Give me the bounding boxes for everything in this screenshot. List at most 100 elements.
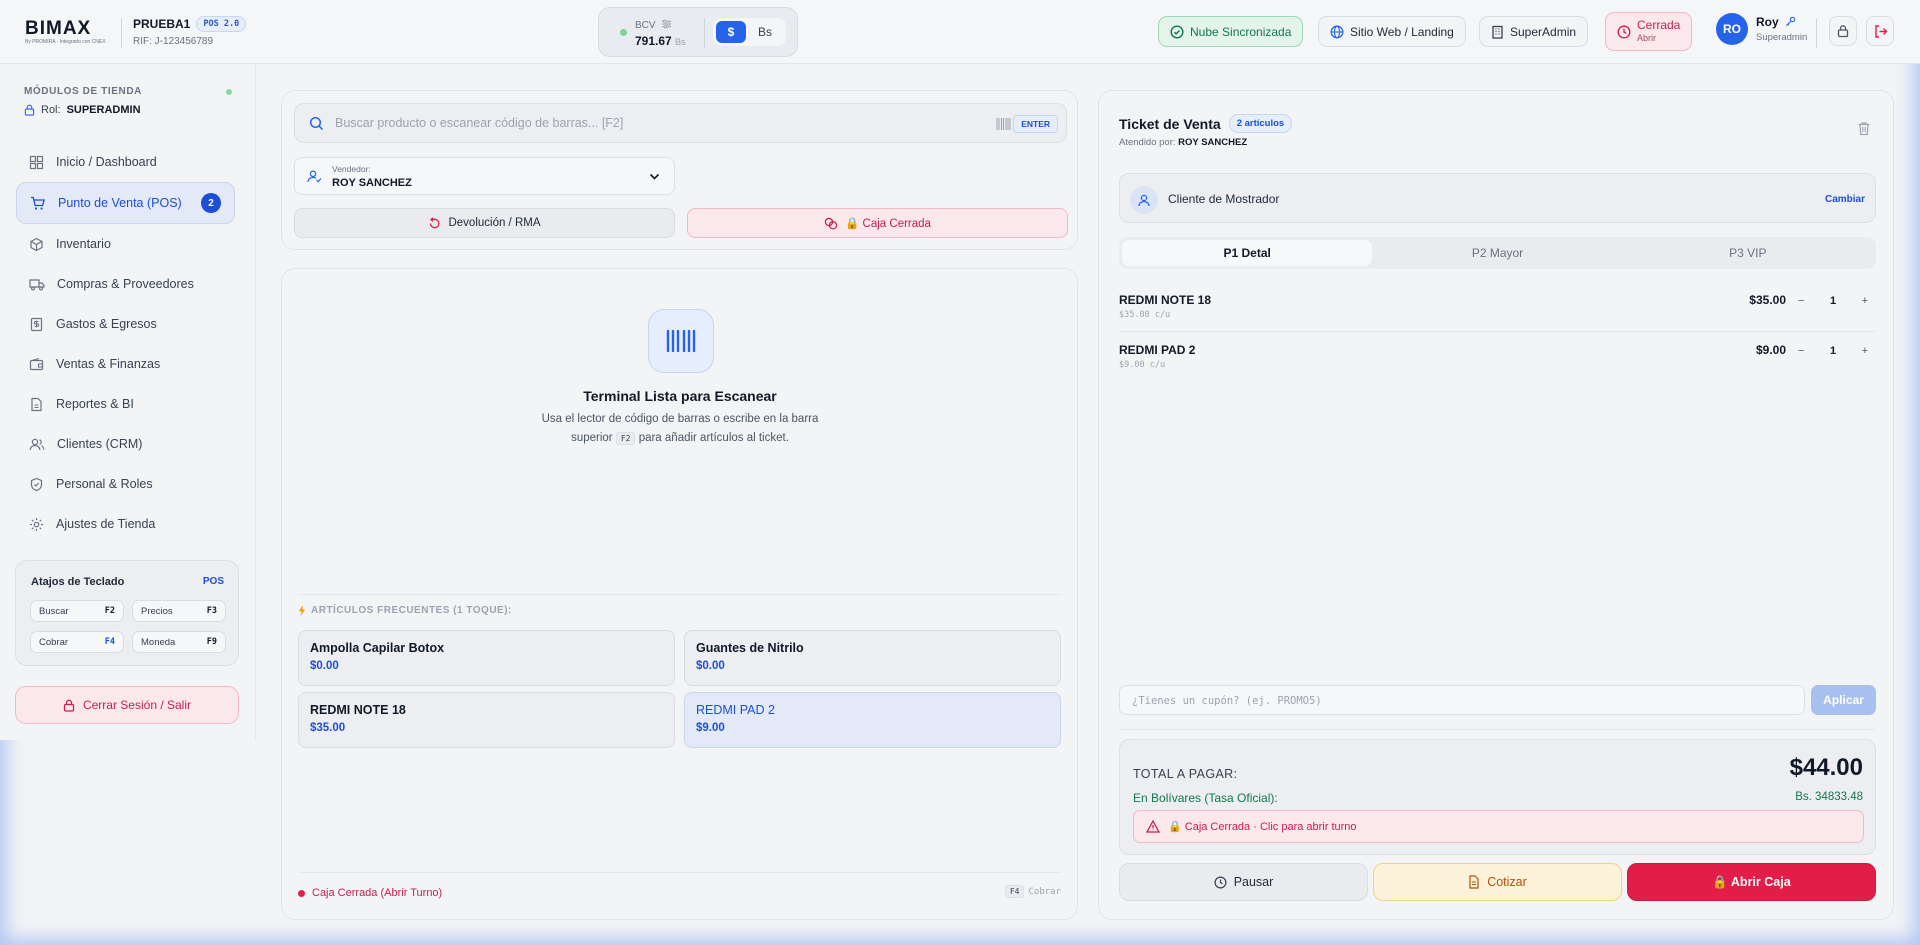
- quick-product-card[interactable]: REDMI NOTE 18 $35.00: [298, 692, 675, 748]
- barcode-icon[interactable]: [996, 118, 1011, 130]
- bolivares-value: Bs. 34833.48: [1795, 791, 1863, 803]
- coupon-placeholder: ¿Tienes un cupón? (ej. PROMO5): [1132, 695, 1322, 707]
- sidebar-item-expenses[interactable]: Gastos & Egresos: [16, 304, 235, 344]
- shortcuts-tag: POS: [202, 576, 224, 587]
- box-icon: [30, 237, 43, 251]
- vendor-select[interactable]: Vendedor: ROY SANCHEZ: [294, 157, 675, 195]
- store-info: PRUEBA1 POS 2.0 RIF: J-123456789: [133, 16, 247, 47]
- brand-logo[interactable]: BIMAX By PROMIRA · Integrado con CNEX: [25, 19, 107, 46]
- customer-selector[interactable]: Cliente de Mostrador Cambiar: [1119, 173, 1876, 223]
- sidebar-item-reports[interactable]: Reportes & BI: [16, 384, 235, 424]
- website-label: Sitio Web / Landing: [1350, 24, 1454, 39]
- search-panel: Buscar producto o escanear código de bar…: [281, 90, 1078, 250]
- user-role: Superadmin: [1756, 32, 1808, 43]
- rate-label[interactable]: BCV: [635, 19, 672, 31]
- quick-product-card-selected[interactable]: REDMI PAD 2 $9.00: [684, 692, 1061, 748]
- dashboard-icon: [29, 155, 44, 169]
- sidebar-item-pos[interactable]: Punto de Venta (POS) 2: [16, 182, 235, 224]
- quantity-stepper: − 1 +: [1792, 288, 1874, 314]
- return-rma-button[interactable]: Devolución / RMA: [294, 208, 675, 238]
- increment-button[interactable]: +: [1862, 295, 1868, 307]
- sidebar-item-sales[interactable]: Ventas & Finanzas: [16, 344, 235, 384]
- superadmin-label: SuperAdmin: [1510, 24, 1577, 39]
- ticket-title: Ticket de Venta 2 artículos: [1119, 114, 1293, 133]
- quantity-value[interactable]: 1: [1830, 345, 1836, 357]
- sidebar-item-settings[interactable]: Ajustes de Tienda: [16, 504, 235, 544]
- return-label: Devolución / RMA: [448, 217, 541, 229]
- cloud-sync-button[interactable]: Nube Sincronizada: [1158, 16, 1304, 47]
- top-bar: BIMAX By PROMIRA · Integrado con CNEX PR…: [0, 0, 1920, 64]
- document-icon: [1469, 875, 1479, 889]
- product-price: $9.00: [696, 722, 725, 734]
- line-item-name: REDMI NOTE 18: [1119, 293, 1212, 307]
- sidebar-item-label: Reportes & BI: [56, 397, 134, 411]
- warning-icon: [1146, 820, 1160, 833]
- tab-p3-vip[interactable]: P3 VIP: [1623, 240, 1873, 266]
- currency-bs-button[interactable]: Bs: [750, 21, 780, 43]
- store-rif: RIF: J-123456789: [133, 36, 214, 47]
- decrement-button[interactable]: −: [1798, 345, 1804, 357]
- change-customer-link[interactable]: Cambiar: [1825, 194, 1865, 205]
- user-menu[interactable]: RO Roy Superadmin: [1716, 13, 1807, 45]
- quantity-value[interactable]: 1: [1830, 295, 1836, 307]
- increment-button[interactable]: +: [1862, 345, 1868, 357]
- sidebar-item-label: Clientes (CRM): [57, 437, 143, 451]
- charge-hint-label: Cobrar: [1028, 886, 1061, 897]
- quick-product-card[interactable]: Guantes de Nitrilo $0.00: [684, 630, 1061, 686]
- apply-coupon-button[interactable]: Aplicar: [1811, 685, 1876, 715]
- currency-usd-button[interactable]: $: [716, 21, 746, 43]
- store-name: PRUEBA1: [133, 17, 191, 31]
- quick-product-card[interactable]: Ampolla Capilar Botox $0.00: [298, 630, 675, 686]
- register-status-footer[interactable]: Caja Cerrada (Abrir Turno): [298, 887, 442, 899]
- product-name: REDMI NOTE 18: [310, 703, 406, 717]
- coupon-input[interactable]: ¿Tienes un cupón? (ej. PROMO5): [1119, 685, 1805, 715]
- enter-key-badge[interactable]: ENTER: [1013, 115, 1058, 133]
- line-item-total: $35.00: [1749, 293, 1786, 307]
- lock-screen-button[interactable]: [1829, 16, 1857, 46]
- pause-label: Pausar: [1233, 875, 1274, 889]
- sidebar-nav: Inicio / Dashboard Punto de Venta (POS) …: [16, 142, 235, 544]
- customer-avatar: [1130, 186, 1158, 214]
- decrement-button[interactable]: −: [1798, 295, 1804, 307]
- website-button[interactable]: Sitio Web / Landing: [1318, 16, 1466, 47]
- sidebar-item-purchases[interactable]: Compras & Proveedores: [16, 264, 235, 304]
- tab-p2-wholesale[interactable]: P2 Mayor: [1372, 240, 1622, 266]
- register-closed-button[interactable]: 🔒 Caja Cerrada: [687, 208, 1068, 238]
- ticket-line-item: REDMI NOTE 18 $35.00 c/u $35.00 − 1 +: [1119, 286, 1876, 336]
- register-status-button[interactable]: Cerrada Abrir: [1605, 12, 1693, 51]
- search-placeholder: Buscar producto o escanear código de bar…: [335, 116, 624, 130]
- shortcut-charge: Cobrar F4: [30, 631, 124, 653]
- quote-button[interactable]: Cotizar: [1373, 863, 1622, 901]
- tab-p1-retail[interactable]: P1 Detal: [1122, 240, 1373, 266]
- logout-button[interactable]: Cerrar Sesión / Salir: [15, 686, 239, 724]
- logout-icon-button[interactable]: [1866, 16, 1894, 46]
- undo-icon: [430, 216, 441, 228]
- total-summary: TOTAL A PAGAR: $44.00 En Bolívares (Tasa…: [1119, 739, 1876, 855]
- divider: [1119, 331, 1876, 332]
- lightning-icon: [298, 605, 306, 616]
- divider: [121, 18, 122, 48]
- cloud-sync-label: Nube Sincronizada: [1190, 24, 1292, 39]
- sliders-icon[interactable]: [661, 19, 672, 29]
- sidebar-item-clients[interactable]: Clientes (CRM): [16, 424, 235, 464]
- shortcut-currency: Moneda F9: [132, 631, 226, 653]
- divider: [298, 594, 1062, 595]
- open-register-button[interactable]: 🔒 Abrir Caja: [1627, 863, 1876, 901]
- shortcuts-title: Atajos de Teclado: [31, 576, 125, 588]
- logo-subtext: By PROMIRA · Integrado con CNEX: [25, 39, 106, 45]
- pause-button[interactable]: Pausar: [1119, 863, 1368, 901]
- role-indicator: Rol: SUPERADMIN: [24, 104, 141, 116]
- register-closed-warning[interactable]: 🔒 Caja Cerrada · Clic para abrir turno: [1133, 810, 1864, 843]
- line-item-unit-price: $35.00 c/u: [1119, 310, 1171, 320]
- user-icon: [1138, 194, 1150, 206]
- product-search-input[interactable]: Buscar producto o escanear código de bar…: [294, 103, 1067, 143]
- sidebar-item-staff[interactable]: Personal & Roles: [16, 464, 235, 504]
- line-item-total: $9.00: [1755, 343, 1786, 357]
- sidebar-item-dashboard[interactable]: Inicio / Dashboard: [16, 142, 235, 182]
- sidebar-item-inventory[interactable]: Inventario: [16, 224, 235, 264]
- register-action-label: Abrir: [1637, 32, 1657, 43]
- superadmin-button[interactable]: SuperAdmin: [1479, 16, 1589, 47]
- version-badge: POS 2.0: [196, 16, 247, 32]
- trash-icon[interactable]: [1857, 121, 1871, 136]
- scan-title: Terminal Lista para Escanear: [583, 388, 777, 404]
